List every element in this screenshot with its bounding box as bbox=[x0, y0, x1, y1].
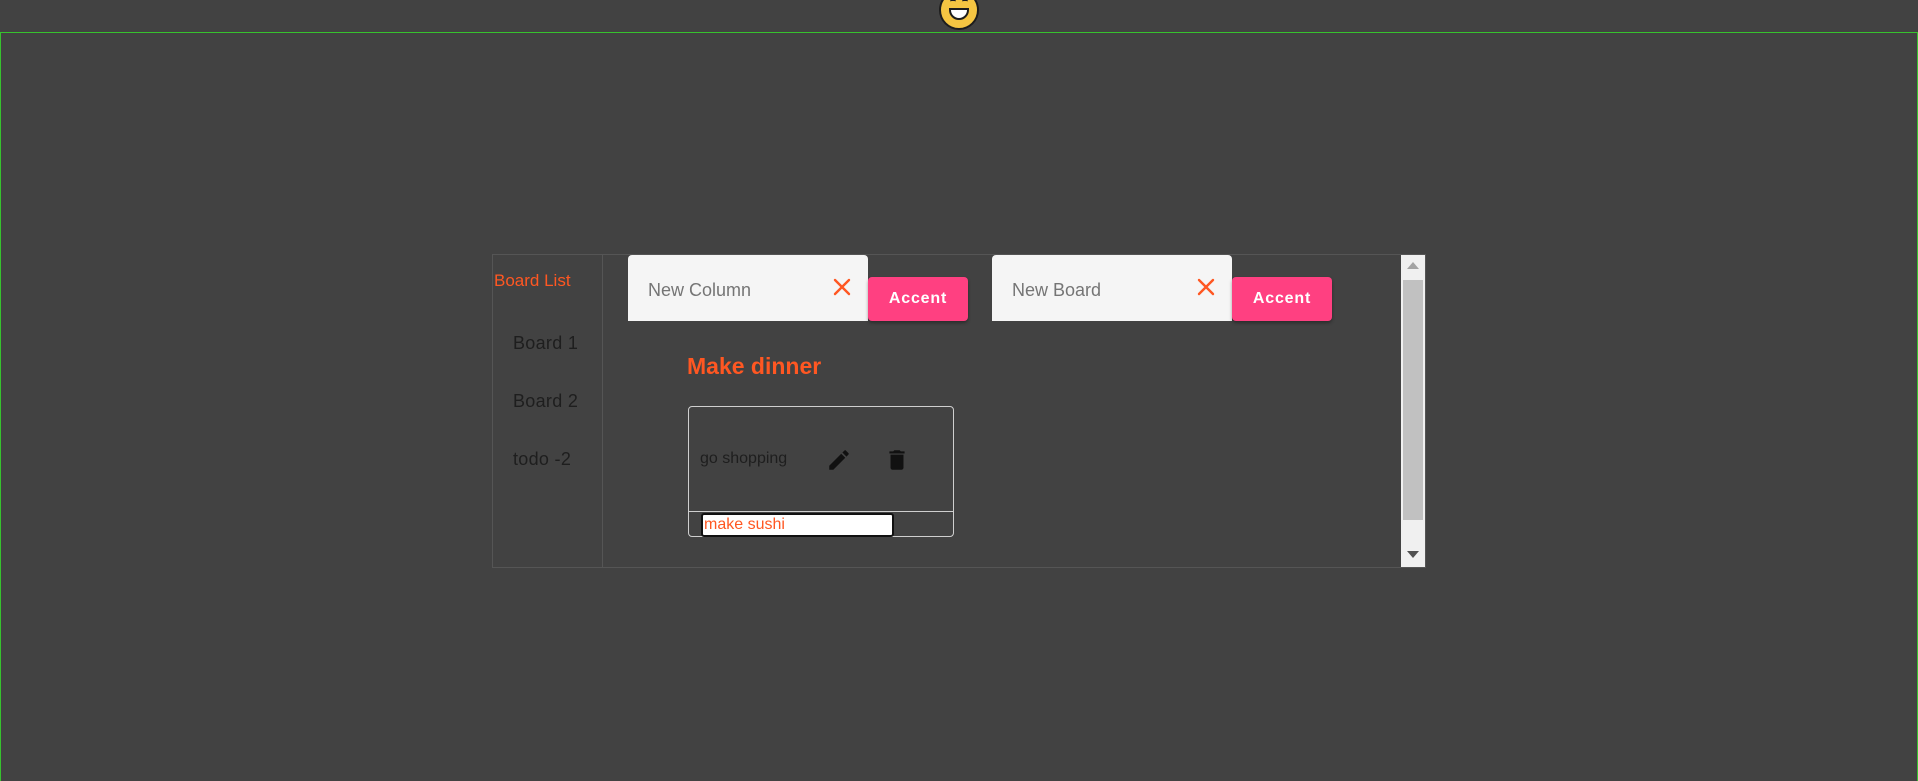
close-icon[interactable] bbox=[832, 277, 852, 297]
top-strip bbox=[0, 0, 1918, 32]
close-icon[interactable] bbox=[1196, 277, 1216, 297]
grinning-emoji-icon bbox=[939, 0, 979, 30]
sidebar-item-board-2[interactable]: Board 2 bbox=[513, 391, 578, 412]
vertical-scrollbar[interactable] bbox=[1401, 255, 1425, 567]
add-column-button[interactable]: Accent bbox=[868, 277, 968, 321]
delete-icon[interactable] bbox=[884, 447, 910, 473]
new-task-input[interactable] bbox=[701, 513, 894, 537]
task-row: go shopping bbox=[689, 407, 953, 512]
scroll-thumb[interactable] bbox=[1403, 280, 1423, 520]
task-text: go shopping bbox=[700, 450, 788, 467]
board-list-title: Board List bbox=[494, 271, 571, 290]
board-list-sidebar: Board List Board 1 Board 2 todo -2 bbox=[493, 255, 603, 567]
new-column-field bbox=[628, 255, 868, 321]
column-card: go shopping bbox=[688, 406, 954, 537]
sidebar-item-board-1[interactable]: Board 1 bbox=[513, 333, 578, 354]
scroll-down-icon[interactable] bbox=[1407, 551, 1419, 558]
sidebar-item-todo-2[interactable]: todo -2 bbox=[513, 449, 571, 470]
add-board-button[interactable]: Accent bbox=[1232, 277, 1332, 321]
new-board-input[interactable] bbox=[1010, 275, 1184, 305]
board-app: Board List Board 1 Board 2 todo -2 Accen… bbox=[492, 254, 1426, 568]
scroll-up-icon[interactable] bbox=[1407, 262, 1419, 269]
new-board-field bbox=[992, 255, 1232, 321]
column-title: Make dinner bbox=[687, 353, 822, 379]
new-column-input[interactable] bbox=[646, 275, 820, 305]
edit-icon[interactable] bbox=[826, 447, 852, 473]
